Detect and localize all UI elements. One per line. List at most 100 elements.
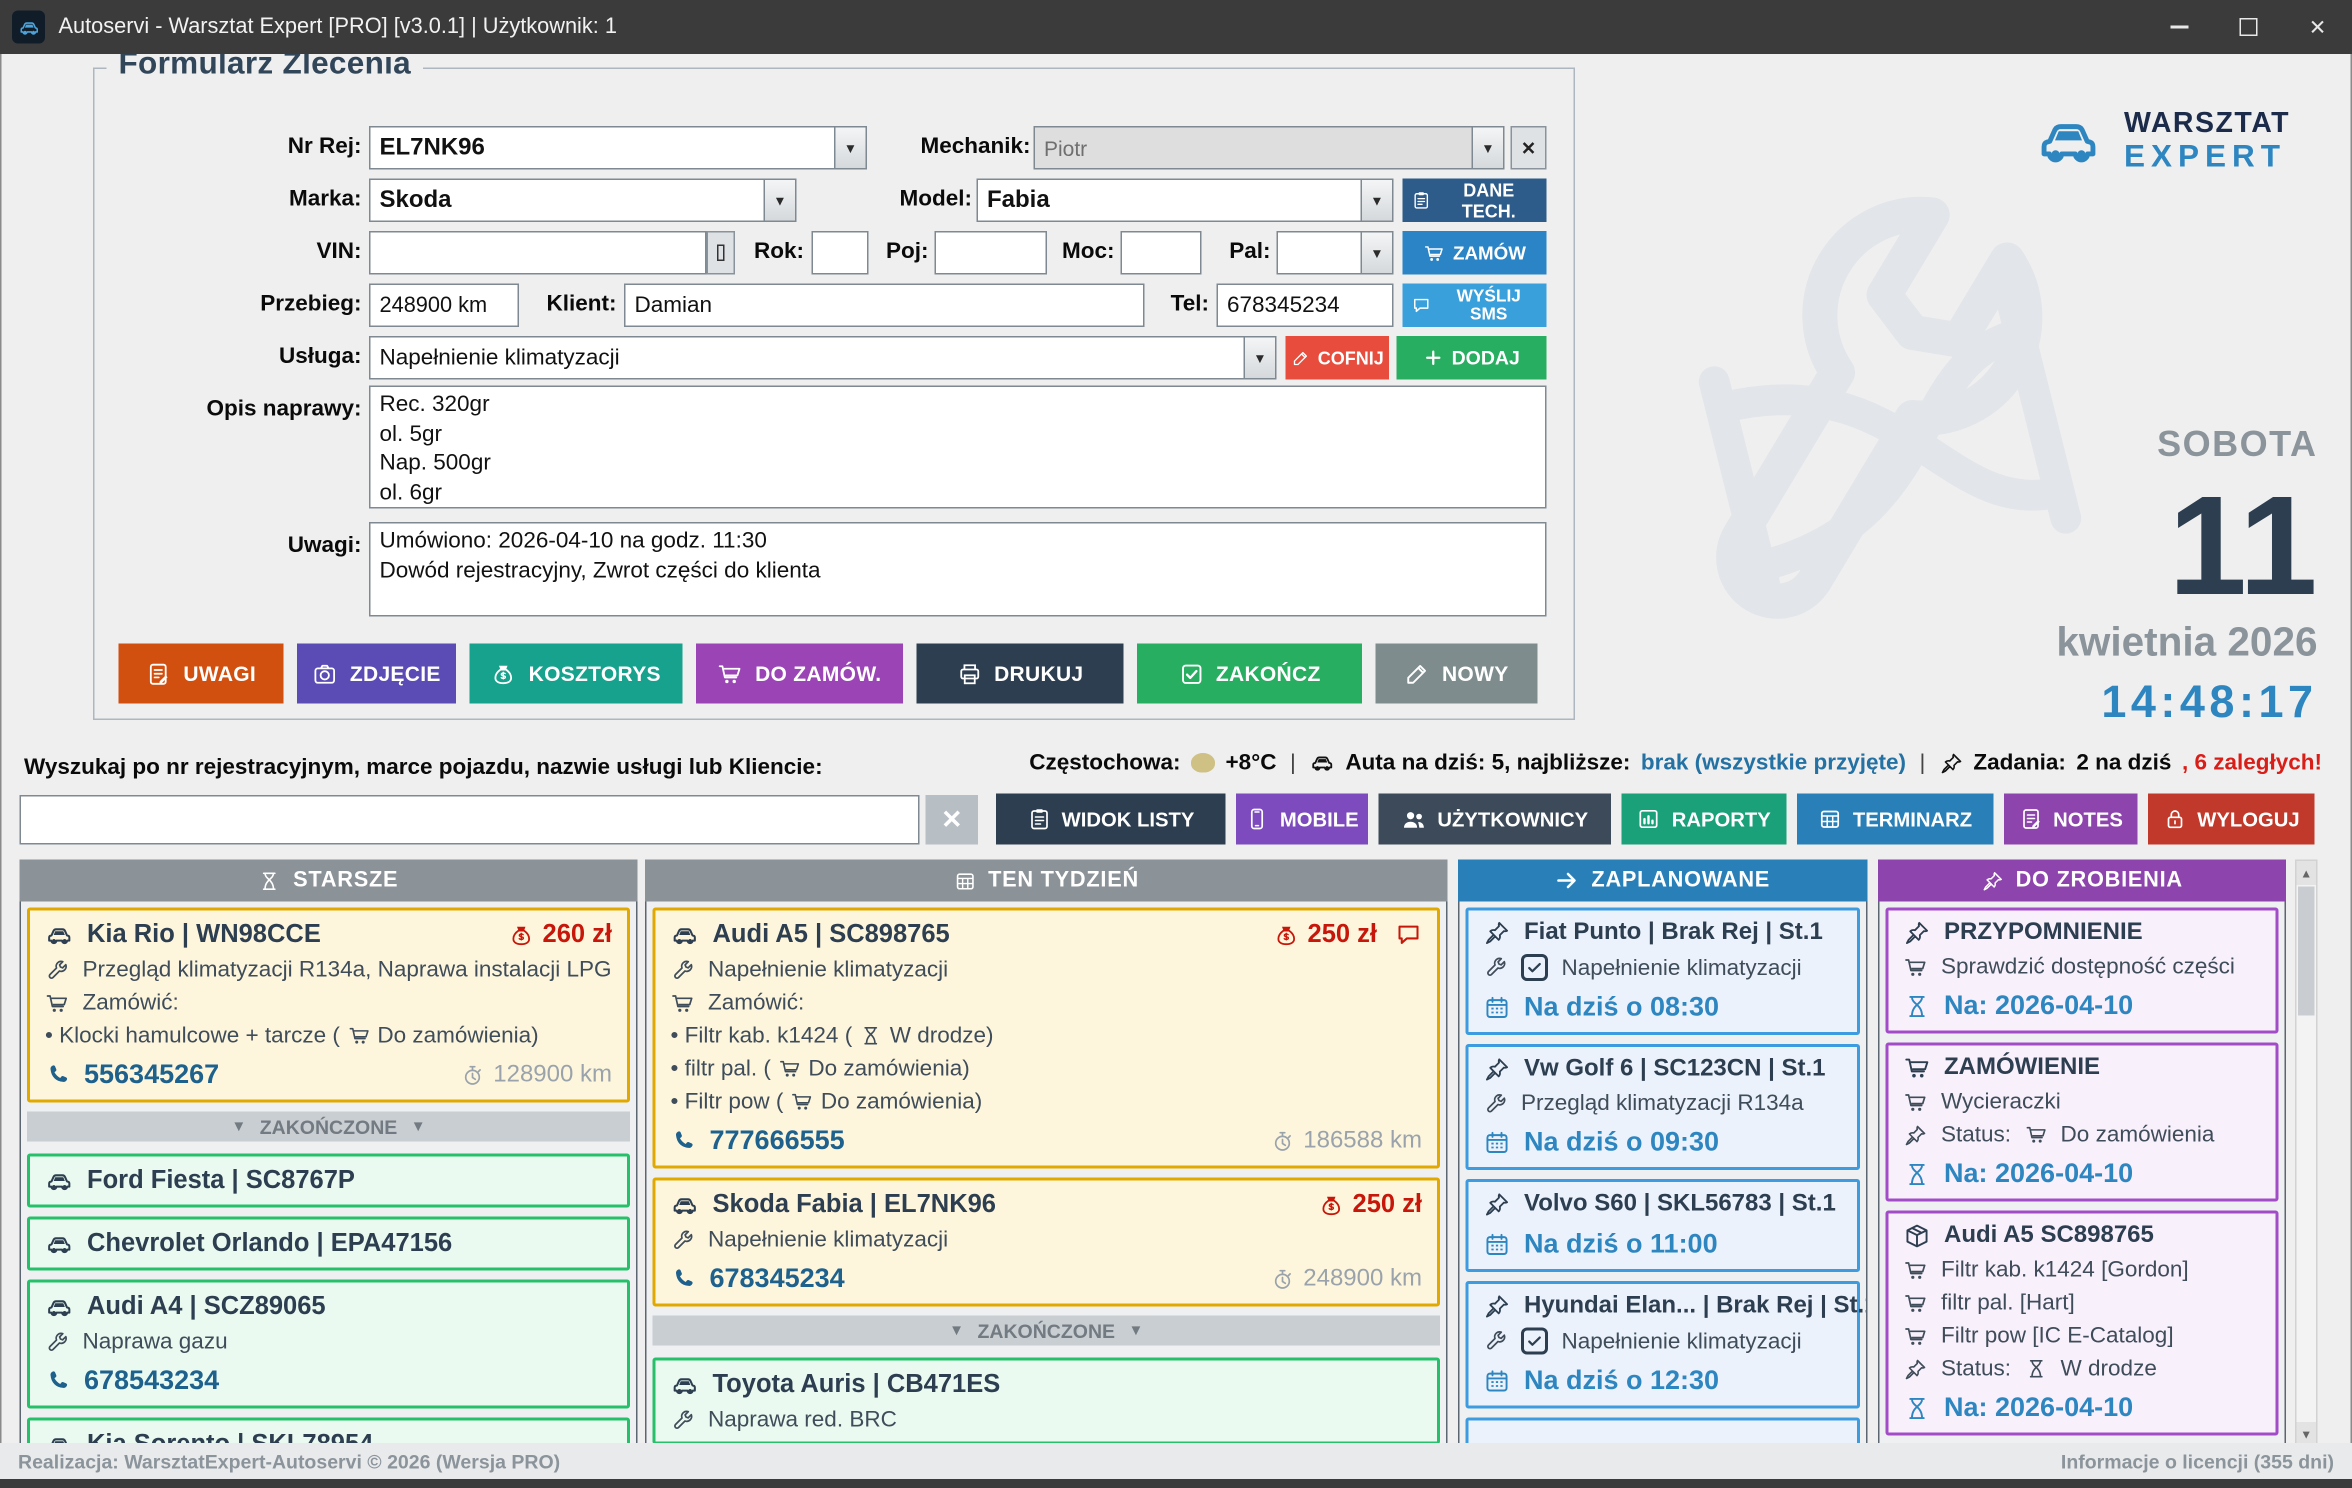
tasks-overdue: , 6 zaległych! <box>2182 750 2322 776</box>
phone-number[interactable]: 678345234 <box>671 1263 845 1295</box>
done-card[interactable]: Chevrolet Orlando | EPA47156 <box>27 1217 630 1271</box>
planned-card[interactable]: Hyundai Elan... | Brak Rej | St.1 Napełn… <box>1466 1281 1861 1409</box>
usluga-combobox[interactable]: ▼ <box>369 336 1277 380</box>
done-divider[interactable]: ▼ ZAKOŃCZONE ▼ <box>653 1316 1441 1346</box>
nav-raporty[interactable]: RAPORTY <box>1622 794 1787 845</box>
zamow-button[interactable]: ZAMÓW <box>1403 231 1547 275</box>
pencil-icon <box>1291 349 1309 367</box>
nowy-button[interactable]: NOWY <box>1376 644 1538 704</box>
scrollbar-track[interactable] <box>2297 1017 2317 1422</box>
nav-notes[interactable]: NOTES <box>2004 794 2138 845</box>
rok-input[interactable] <box>812 231 869 275</box>
moc-input[interactable] <box>1121 231 1202 275</box>
cofnij-button[interactable]: COFNIJ <box>1286 336 1390 380</box>
marka-input[interactable] <box>369 179 764 223</box>
done-card[interactable]: Ford Fiesta | SC8767P <box>27 1154 630 1208</box>
money-bag-icon <box>1318 1192 1344 1218</box>
mechanik-input[interactable] <box>1034 126 1472 170</box>
clear-mechanik-button[interactable]: ✕ <box>1511 126 1547 170</box>
nav-uzytkownicy[interactable]: UŻYTKOWNICY <box>1379 794 1612 845</box>
nav-mobile[interactable]: MOBILE <box>1236 794 1368 845</box>
chevron-down-icon[interactable]: ▼ <box>1244 336 1277 380</box>
card-title: Kia Rio | WN98CCE <box>87 920 321 950</box>
mechanik-combobox[interactable]: ▼ <box>1034 126 1505 170</box>
planned-card[interactable]: Fiat Punto | Brak Rej | St.1 Napełnienie… <box>1466 908 1861 1036</box>
marka-combobox[interactable]: ▼ <box>369 179 797 223</box>
todo-card[interactable]: ZAMÓWIENIE Wycieraczki Status: Do zamówi… <box>1886 1043 2279 1202</box>
order-card[interactable]: Kia Rio | WN98CCE 260 zł Przegląd klimat… <box>27 908 630 1103</box>
model-input[interactable] <box>977 179 1361 223</box>
clear-search-button[interactable]: ✕ <box>926 795 979 845</box>
close-button[interactable]: ✕ <box>2283 0 2352 54</box>
pin-icon <box>1939 751 1963 775</box>
done-card[interactable]: Audi A4 | SCZ89065 Naprawa gazu 67854323… <box>27 1280 630 1409</box>
hourglass-icon <box>1904 1394 1931 1421</box>
usluga-input[interactable] <box>369 336 1244 380</box>
nav-widok-listy[interactable]: WIDOK LISTY <box>996 794 1226 845</box>
pin-icon <box>1484 920 1511 947</box>
order-item: • filtr pal. ( <box>671 1056 771 1082</box>
cart-icon <box>45 991 69 1015</box>
chevron-down-icon[interactable]: ▼ <box>1361 179 1394 223</box>
chevron-down-icon[interactable]: ▼ <box>764 179 797 223</box>
drukuj-button[interactable]: DRUKUJ <box>917 644 1124 704</box>
tel-input[interactable] <box>1217 284 1394 328</box>
dodaj-button[interactable]: DODAJ <box>1397 336 1547 380</box>
pal-input[interactable] <box>1277 231 1361 275</box>
cart-icon <box>347 1025 370 1048</box>
poj-input[interactable] <box>935 231 1048 275</box>
chevron-down-icon[interactable]: ▼ <box>1472 126 1505 170</box>
minimize-button[interactable] <box>2145 0 2214 54</box>
phone-number[interactable]: 556345267 <box>45 1059 219 1091</box>
done-card[interactable]: Toyota Auris | CB471ES Naprawa red. BRC <box>653 1358 1441 1445</box>
mobile-icon <box>1245 807 1269 831</box>
chart-icon <box>1637 807 1661 831</box>
chat-icon[interactable] <box>1395 921 1422 948</box>
dane-tech-button[interactable]: DANE TECH. <box>1403 179 1547 223</box>
kosztorys-button[interactable]: KOSZTORYS <box>470 644 683 704</box>
chevron-down-icon[interactable]: ▼ <box>1361 231 1394 275</box>
uwagi-textarea[interactable]: Umówiono: 2026-04-10 na godz. 11:30 Dowó… <box>369 522 1547 617</box>
vin-lookup-button[interactable] <box>707 231 736 275</box>
przebieg-input[interactable] <box>369 284 519 328</box>
todo-text: Filtr kab. k1424 [Gordon] <box>1941 1257 2189 1283</box>
nav-terminarz[interactable]: TERMINARZ <box>1797 794 1994 845</box>
order-card[interactable]: Skoda Fabia | EL7NK96 250 zł Napełnienie… <box>653 1178 1441 1307</box>
nav-wyloguj[interactable]: WYLOGUJ <box>2148 794 2315 845</box>
phone-number[interactable]: 678543234 <box>45 1365 219 1397</box>
vertical-scrollbar[interactable]: ▲ ▼ <box>2295 860 2318 1448</box>
status-line: Częstochowa: +8°C | Auta na dziś: 5, naj… <box>1008 750 2322 776</box>
card-title: Hyundai Elan... | Brak Rej | St.1 <box>1524 1293 1868 1320</box>
scrollbar-thumb[interactable] <box>2298 887 2315 1016</box>
klient-input[interactable] <box>624 284 1145 328</box>
zakoncz-button[interactable]: ZAKOŃCZ <box>1137 644 1362 704</box>
uwagi-button[interactable]: UWAGI <box>119 644 284 704</box>
checkbox-checked-icon[interactable] <box>1521 954 1548 981</box>
todo-card[interactable]: PRZYPOMNIENIE Sprawdzić dostępność częśc… <box>1886 908 2279 1034</box>
order-card[interactable]: Audi A5 | SC898765 250 zł Napełnienie kl… <box>653 908 1441 1169</box>
pal-combobox[interactable]: ▼ <box>1277 231 1394 275</box>
wyslij-sms-button[interactable]: WYŚLIJ SMS <box>1403 284 1547 328</box>
wrench-icon <box>1484 1091 1508 1115</box>
due-date: Na: 2026-04-10 <box>1904 1158 2261 1190</box>
maximize-button[interactable] <box>2214 0 2283 54</box>
planned-card[interactable]: Vw Golf 6 | SC123CN | St.1 Przegląd klim… <box>1466 1044 1861 1170</box>
search-input[interactable] <box>20 795 920 845</box>
phone-number[interactable]: 777666555 <box>671 1125 845 1157</box>
nr-rej-input[interactable] <box>369 126 834 170</box>
cart-icon <box>718 661 744 687</box>
model-combobox[interactable]: ▼ <box>977 179 1394 223</box>
footer-license-link[interactable]: Informacje o licencji (355 dni) <box>2061 1450 2334 1473</box>
checkbox-checked-icon[interactable] <box>1521 1328 1548 1355</box>
do-zamow-button[interactable]: DO ZAMÓW. <box>696 644 903 704</box>
vin-input[interactable] <box>369 231 707 275</box>
opis-naprawy-textarea[interactable]: Rec. 320gr ol. 5gr Nap. 500gr ol. 6gr <box>369 386 1547 509</box>
todo-card[interactable]: Audi A5 SC898765 Filtr kab. k1424 [Gordo… <box>1886 1211 2279 1436</box>
scroll-up-icon[interactable]: ▲ <box>2297 861 2317 885</box>
planned-card[interactable]: Volvo S60 | SKL56783 | St.1 Na dziś o 11… <box>1466 1179 1861 1272</box>
nr-rej-combobox[interactable]: ▼ <box>369 126 867 170</box>
zdjecie-button[interactable]: ZDJĘCIE <box>297 644 456 704</box>
check-square-icon <box>1178 661 1204 687</box>
done-divider[interactable]: ▼ ZAKOŃCZONE ▼ <box>27 1112 630 1142</box>
cart-icon <box>671 991 695 1015</box>
